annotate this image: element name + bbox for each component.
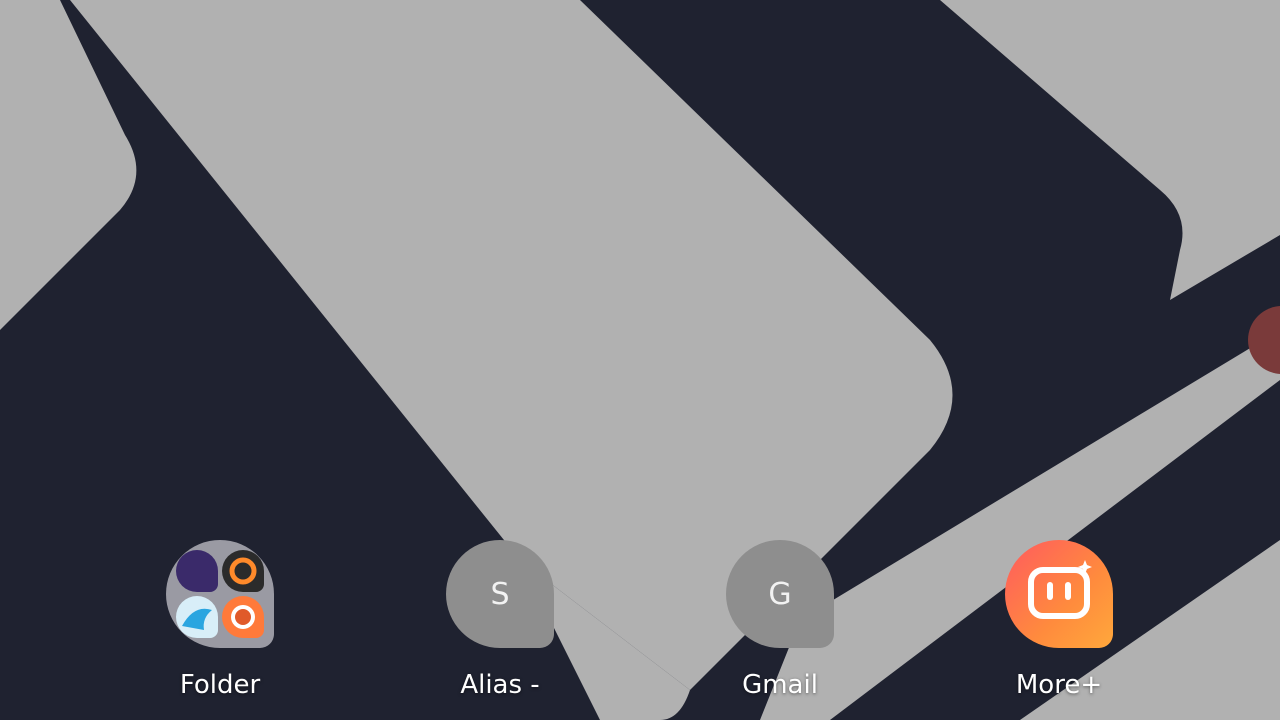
app-alias[interactable]: S Alias - bbox=[410, 540, 590, 710]
purple-app-icon bbox=[176, 550, 218, 592]
orange-ring-app-icon bbox=[222, 550, 264, 592]
more-plus-glyph-icon bbox=[1028, 560, 1092, 619]
app-label: Folder bbox=[179, 670, 261, 700]
alias-letter: S bbox=[490, 576, 510, 612]
gmail-icon[interactable]: G bbox=[726, 540, 834, 648]
app-more-plus[interactable]: More+ bbox=[969, 540, 1149, 710]
orange-tool-app-icon bbox=[222, 596, 264, 638]
folder-icon[interactable] bbox=[166, 540, 274, 648]
more-plus-app-icon[interactable] bbox=[1005, 540, 1113, 648]
gmail-letter: G bbox=[768, 576, 792, 612]
app-gmail[interactable]: G Gmail bbox=[690, 540, 870, 710]
app-label: More+ bbox=[1015, 670, 1103, 700]
app-folder[interactable]: Folder bbox=[130, 540, 310, 710]
alias-icon[interactable]: S bbox=[446, 540, 554, 648]
app-label: Alias - bbox=[460, 670, 540, 700]
app-dock: Folder S Alias - G Gmail More+ bbox=[0, 0, 1280, 720]
app-label: Gmail bbox=[742, 670, 818, 700]
bird-app-icon bbox=[176, 596, 218, 638]
